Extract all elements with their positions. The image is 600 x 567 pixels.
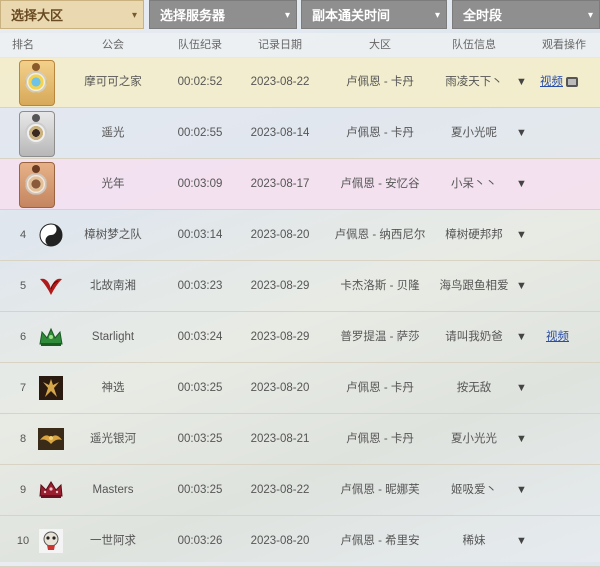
record-date: 2023-08-20 [250,535,310,547]
dungeon-time-label: 副本通关时间 [312,8,391,23]
record-date: 2023-08-21 [250,433,310,445]
server-select-dropdown[interactable]: 选择服务器 ▾ [149,0,297,29]
team-record: 00:03:25 [177,484,223,496]
region-select-label: 选择大区 [11,8,64,23]
expand-row-icon[interactable]: ▼ [516,261,527,311]
guild-name: 摩可可之家 [84,76,142,88]
record-date: 2023-08-17 [250,178,310,190]
team-record: 00:03:24 [177,331,223,343]
record-date: 2023-08-20 [250,229,310,241]
table-row: 8 遥光银河 00:03:25 2023-08-21 卢佩恩 - 卡丹 夏小光光… [0,414,600,465]
table-row: 9 Masters 00:03:25 2023-08-22 卢佩恩 - 昵娜芙 … [0,465,600,516]
team-info: 雨凌天下丶 [445,76,503,88]
team-info: 樟树硬邦邦 [445,229,503,241]
team-info: 按无敌 [456,382,492,394]
header-watch: 观看操作 [542,39,586,51]
expand-row-icon[interactable]: ▼ [516,516,527,566]
table-row: 5 北故南湘 00:03:23 2023-08-29 卡杰洛斯 - 贝隆 海鸟跟… [0,261,600,312]
expand-row-icon[interactable]: ▼ [516,363,527,413]
rank-value [0,57,46,107]
time-range-dropdown[interactable]: 全时段 ▾ [452,0,600,29]
record-date: 2023-08-20 [250,382,310,394]
region-name: 卢佩恩 - 纳西尼尔 [334,229,426,241]
region-select-dropdown[interactable]: 选择大区 ▾ [0,0,144,29]
region-name: 卢佩恩 - 卡丹 [346,433,414,445]
team-info: 海鸟跟鱼相爱 [439,280,509,292]
team-record: 00:03:26 [177,535,223,547]
team-info: 稀妹 [462,535,486,547]
region-name: 卢佩恩 - 卡丹 [346,382,414,394]
time-range-label: 全时段 [463,8,503,23]
team-record: 00:03:23 [177,280,223,292]
chevron-down-icon: ▾ [284,10,290,21]
team-info: 请叫我奶爸 [445,331,503,343]
table-row: 6 Starlight 00:03:24 2023-08-29 普罗提温 - 萨… [0,312,600,363]
chevron-down-icon: ▾ [131,10,137,21]
header-team: 队伍信息 [452,39,496,51]
record-date: 2023-08-14 [250,127,310,139]
record-date: 2023-08-22 [250,76,310,88]
guild-name: 北故南湘 [90,280,136,292]
region-name: 卢佩恩 - 安忆谷 [340,178,420,190]
table-row: 遥光 00:02:55 2023-08-14 卢佩恩 - 卡丹 夏小光呢 ▼ [0,108,600,159]
record-date: 2023-08-22 [250,484,310,496]
rank-value [0,159,46,209]
region-name: 普罗提温 - 萨莎 [340,331,420,343]
guild-name: 遥光银河 [90,433,136,445]
team-info: 夏小光呢 [451,127,497,139]
guild-name: Starlight [91,331,135,343]
expand-row-icon[interactable]: ▼ [516,108,527,158]
guild-name: 一世阿求 [90,535,136,547]
guild-name: 光年 [101,178,125,190]
rank-value [0,108,46,158]
region-name: 卡杰洛斯 - 贝隆 [340,280,420,292]
guild-name: 神选 [101,382,125,394]
chevron-down-icon: ▾ [434,10,440,21]
header-time: 队伍纪录 [178,39,222,51]
team-record: 00:03:14 [177,229,223,241]
video-link[interactable]: 视频 [540,57,563,107]
region-name: 卢佩恩 - 希里安 [340,535,420,547]
expand-row-icon[interactable]: ▼ [516,312,527,362]
team-record: 00:02:52 [177,76,223,88]
filter-bar: 选择大区 ▾ 选择服务器 ▾ 副本通关时间 ▾ 全时段 ▾ [0,0,600,31]
video-link[interactable]: 视频 [546,312,569,362]
record-date: 2023-08-29 [250,331,310,343]
table-row: 4 樟树梦之队 00:03:14 2023-08-20 卢佩恩 - 纳西尼尔 樟… [0,210,600,261]
header-region: 大区 [369,39,391,51]
tv-icon[interactable] [566,77,578,87]
guild-name: 遥光 [101,127,125,139]
region-name: 卢佩恩 - 卡丹 [346,127,414,139]
region-name: 卢佩恩 - 卡丹 [346,76,414,88]
team-record: 00:03:09 [177,178,223,190]
team-record: 00:03:25 [177,433,223,445]
team-record: 00:02:55 [177,127,223,139]
guild-name: Masters [92,484,134,496]
table-row: 光年 00:03:09 2023-08-17 卢佩恩 - 安忆谷 小呆丶丶 ▼ [0,159,600,210]
expand-row-icon[interactable]: ▼ [516,57,527,107]
team-record: 00:03:25 [177,382,223,394]
expand-row-icon[interactable]: ▼ [516,159,527,209]
expand-row-icon[interactable]: ▼ [516,414,527,464]
server-select-label: 选择服务器 [160,8,226,23]
expand-row-icon[interactable]: ▼ [516,210,527,260]
team-info: 小呆丶丶 [451,178,497,190]
guild-name: 樟树梦之队 [84,229,142,241]
header-rank: 排名 [12,39,34,51]
record-date: 2023-08-29 [250,280,310,292]
dungeon-time-dropdown[interactable]: 副本通关时间 ▾ [301,0,447,29]
table-row: 摩可可之家 00:02:52 2023-08-22 卢佩恩 - 卡丹 雨凌天下丶… [0,57,600,108]
table-row: 7 神选 00:03:25 2023-08-20 卢佩恩 - 卡丹 按无敌 ▼ [0,363,600,414]
team-info: 夏小光光 [451,433,497,445]
region-name: 卢佩恩 - 昵娜芙 [340,484,420,496]
team-info: 姬吸爱丶 [451,484,497,496]
expand-row-icon[interactable]: ▼ [516,465,527,515]
table-row: 10 一世阿求 00:03:26 2023-08-20 卢佩恩 - 希里安 稀妹… [0,516,600,567]
chevron-down-icon: ▾ [587,10,593,21]
header-date: 记录日期 [258,39,302,51]
table-header: 排名 公会 队伍纪录 记录日期 大区 队伍信息 观看操作 [0,33,600,58]
header-guild: 公会 [102,39,124,51]
